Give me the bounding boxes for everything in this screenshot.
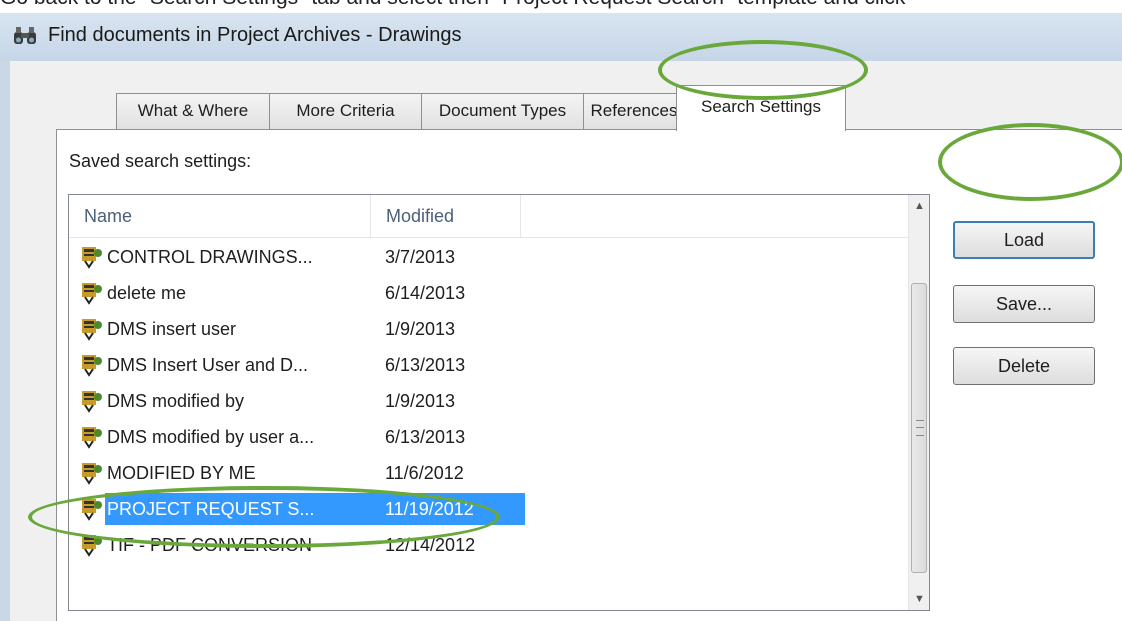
saved-search-icon [82,319,102,341]
find-documents-window: Find documents in Project Archives - Dra… [0,13,1122,621]
row-name: DMS modified by [107,391,245,411]
title-bar: Find documents in Project Archives - Dra… [0,13,1122,61]
saved-search-icon [82,427,102,449]
row-name: DMS modified by user a... [107,427,315,447]
column-header-modified[interactable]: Modified [371,195,521,237]
list-item[interactable]: MODIFIED BY ME 11/6/2012 [69,455,909,491]
list-item[interactable]: DMS Insert User and D... 6/13/2013 [69,347,909,383]
list-item[interactable]: CONTROL DRAWINGS... 3/7/2013 [69,239,909,275]
row-name: delete me [107,283,187,303]
saved-search-icon [82,391,102,413]
scroll-down-arrow-icon[interactable]: ▼ [909,588,929,610]
row-modified: 6/13/2013 [385,427,466,447]
binoculars-icon [14,27,36,44]
tab-strip: What & Where More Criteria Document Type… [10,61,1122,131]
saved-search-settings-label: Saved search settings: [69,151,252,171]
scroll-grip-icon [916,420,924,436]
list-item[interactable]: DMS insert user 1/9/2013 [69,311,909,347]
scroll-up-arrow-icon[interactable]: ▲ [909,195,929,217]
tab-search-settings[interactable]: Search Settings [676,85,846,131]
row-modified: 6/14/2013 [385,283,466,303]
row-name: DMS insert user [107,319,237,339]
row-modified: 1/9/2013 [385,391,456,411]
dialog-client-area: What & Where More Criteria Document Type… [10,61,1122,621]
row-modified: 6/13/2013 [385,355,466,375]
load-button[interactable]: Load [953,221,1095,259]
row-modified: 11/6/2012 [385,463,464,483]
row-modified: 12/14/2012 [385,535,476,555]
scroll-thumb[interactable] [911,283,927,573]
saved-searches-list[interactable]: Name Modified CONTROL DRAWINGS... 3/7/20… [68,194,930,611]
saved-search-icon [82,535,102,557]
row-name: CONTROL DRAWINGS... [107,247,313,267]
row-name: MODIFIED BY ME [107,463,256,483]
saved-search-icon [82,355,102,377]
saved-search-icon [82,463,102,485]
window-title: Find documents in Project Archives - Dra… [48,24,462,46]
saved-search-icon [82,499,102,521]
row-modified: 3/7/2013 [385,247,456,267]
save-button[interactable]: Save... [953,285,1095,323]
column-header-name[interactable]: Name [69,195,371,237]
list-scrollbar[interactable]: ▲ ▼ [908,195,929,610]
delete-button[interactable]: Delete [953,347,1095,385]
row-modified: 1/9/2013 [385,319,456,339]
list-item[interactable]: TIF - PDF CONVERSION 12/14/2012 [69,527,909,563]
list-item-selected[interactable]: PROJECT REQUEST S... 11/19/2012 [69,491,909,527]
instruction-text: Go back to the "Search Settings" tab and… [0,0,1122,12]
window-frame-left [0,61,10,621]
row-name: PROJECT REQUEST S... [107,499,315,519]
list-item[interactable]: delete me 6/14/2013 [69,275,909,311]
saved-search-icon [82,283,102,305]
row-name: TIF - PDF CONVERSION [107,535,313,555]
saved-search-icon [82,247,102,269]
tab-what-where[interactable]: What & Where [116,93,270,129]
row-modified: 11/19/2012 [385,499,474,519]
tab-document-types[interactable]: Document Types [421,93,584,129]
list-header: Name Modified [69,195,909,238]
search-settings-panel: Saved search settings: Name Modified CON… [56,129,1122,621]
tab-more-criteria[interactable]: More Criteria [269,93,422,129]
tab-references[interactable]: References [583,93,685,129]
list-item[interactable]: DMS modified by user a... 6/13/2013 [69,419,909,455]
row-name: DMS Insert User and D... [107,355,309,375]
list-item[interactable]: DMS modified by 1/9/2013 [69,383,909,419]
